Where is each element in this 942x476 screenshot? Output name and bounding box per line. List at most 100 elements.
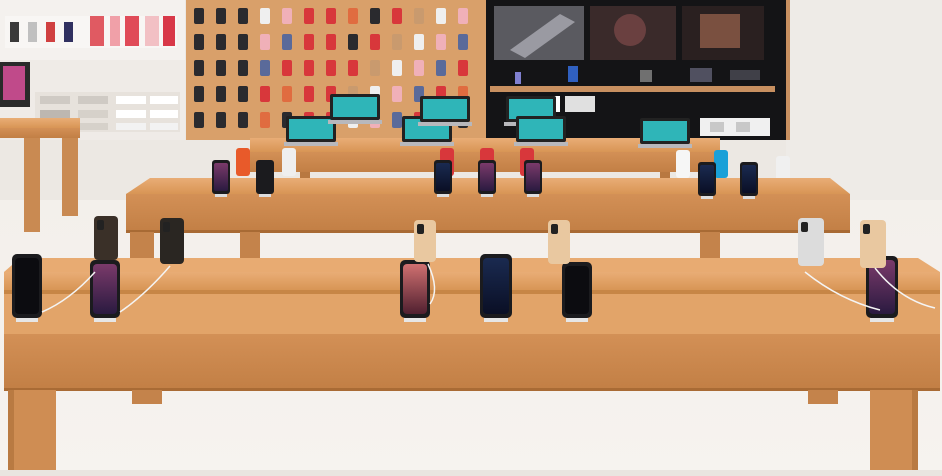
phone-case [216,8,226,24]
phone-case [392,8,402,24]
camera-bump [801,222,808,232]
phone-case [194,112,204,128]
phone-case [392,34,402,50]
phone-case [326,8,336,24]
phone-case [260,60,270,76]
right-wall [786,0,942,200]
phone-case [436,34,446,50]
phone-case [304,86,314,102]
phone-case [216,112,226,128]
phone-case [370,34,380,50]
phone-case [458,34,468,50]
store-photo [0,0,942,476]
laptop-screen [423,99,467,119]
phone-case [260,86,270,102]
phone-stand [527,194,539,197]
phone-case [304,8,314,24]
phone-case [414,60,424,76]
phone-case [414,34,424,50]
laptop-base [514,142,568,146]
phone-case [238,60,248,76]
phone-case [370,60,380,76]
camera-bump [863,224,870,234]
phone-stand [743,196,755,199]
camera-bump [163,222,170,232]
phone-screen [700,165,714,193]
phone-screen [565,266,589,314]
phone-stand [701,196,713,199]
phone-case [348,8,358,24]
phone-case [260,8,270,24]
phone-case [238,86,248,102]
phone-case [282,86,292,102]
phone-case [238,34,248,50]
laptop-base [328,120,382,124]
phone-screen [93,264,117,314]
laptop-screen [643,121,687,141]
phone-case [392,86,402,102]
laptop-base [400,142,454,146]
phone-stand [16,318,38,322]
phone-case [326,34,336,50]
phone [714,150,728,178]
laptop-screen [333,97,377,117]
phone [676,150,690,178]
phone-stand [404,318,426,322]
phone-stand [259,194,271,197]
phone-case [216,34,226,50]
camera-bump [97,220,104,230]
phone-case [436,8,446,24]
phone-stand [566,318,588,322]
phone [236,148,250,176]
phone-screen [526,163,540,191]
phone-case [392,112,402,128]
phone-case [326,60,336,76]
phone-case [282,60,292,76]
phone-case [304,34,314,50]
phone-screen [483,258,509,314]
phone-screen [214,163,228,191]
phone-case [458,60,468,76]
phone-case [194,86,204,102]
phone [282,148,296,176]
laptop-base [638,144,692,148]
phone-stand [94,318,116,322]
phone-case [304,60,314,76]
camera-bump [551,224,558,234]
phone-case [392,60,402,76]
phone-case [238,112,248,128]
floor-edge [0,470,942,476]
phone-case [436,60,446,76]
phone-case [216,86,226,102]
phone-case [282,8,292,24]
phone-screen [403,264,427,314]
phone-case [194,60,204,76]
phone-stand [215,194,227,197]
phone-case [260,112,270,128]
phone-case [348,60,358,76]
laptop-base [418,122,472,126]
phone-stand [870,318,894,322]
phone-case [194,8,204,24]
store-scene [0,0,942,476]
phone-screen [869,260,895,314]
phone-screen [480,163,494,191]
phone-case [260,34,270,50]
phone-screen [258,163,272,191]
phone-case [282,34,292,50]
phone-case [194,34,204,50]
phone-case [238,8,248,24]
phone-screen [436,163,450,191]
laptop-screen [289,119,333,139]
phone-case [414,8,424,24]
laptop-base [284,142,338,146]
phone-case [370,8,380,24]
phone-case [458,8,468,24]
phone-screen [15,258,39,314]
phone-case [348,34,358,50]
phone-stand [437,194,449,197]
phone-stand [481,194,493,197]
phone-stand [484,318,508,322]
laptop-screen [519,119,563,139]
phone-screen [742,165,756,193]
